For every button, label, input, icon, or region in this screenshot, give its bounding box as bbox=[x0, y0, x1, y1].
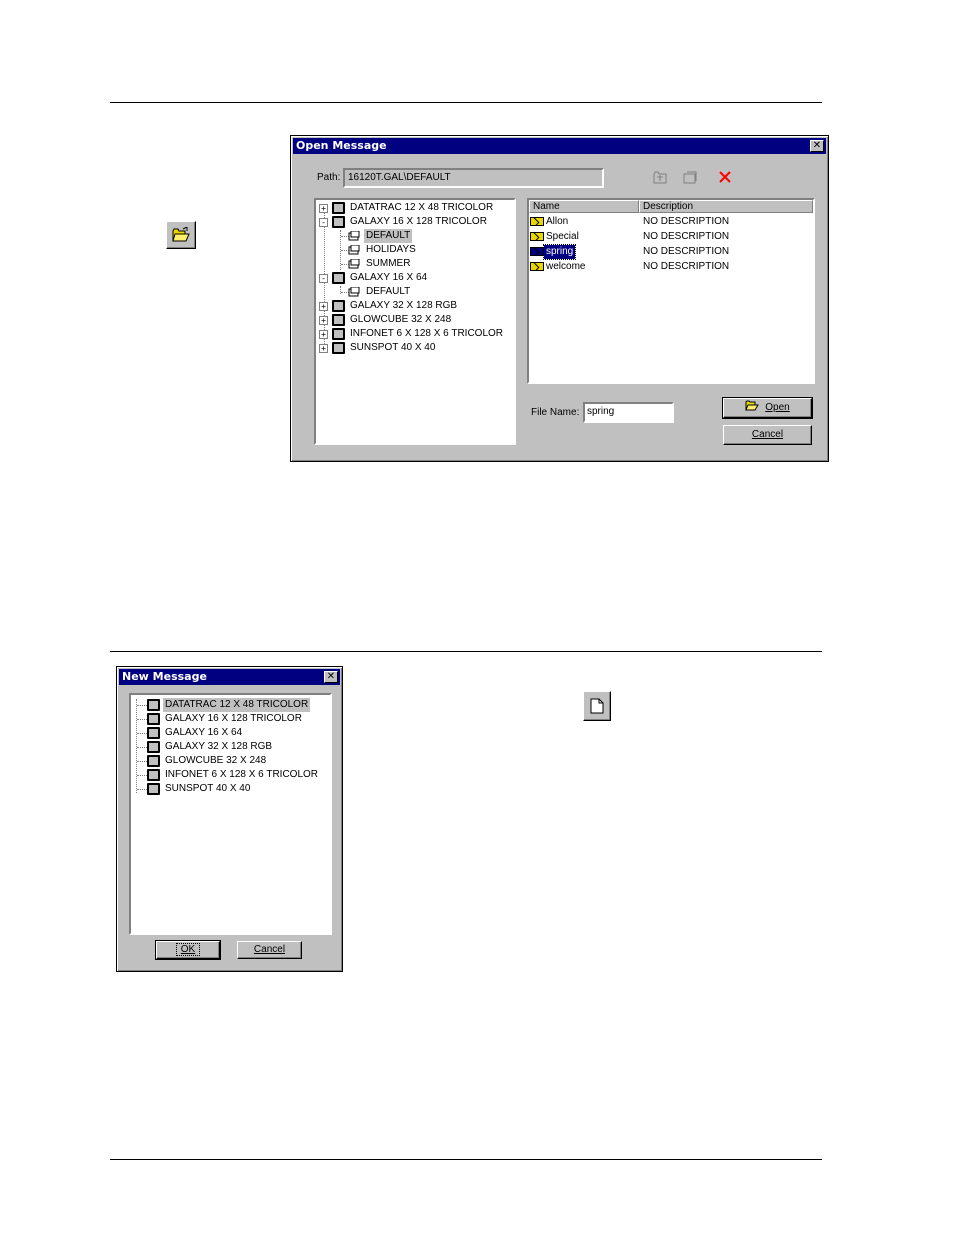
sign-tree-pane[interactable]: + DATATRAC 12 X 48 TRICOLOR - GALAXY 16 … bbox=[314, 198, 516, 445]
sign-item-label: GLOWCUBE 32 X 248 bbox=[165, 755, 267, 766]
sign-item-label: DATATRAC 12 X 48 TRICOLOR bbox=[163, 698, 311, 712]
column-header-name[interactable]: Name bbox=[529, 200, 639, 213]
sign-icon bbox=[332, 314, 345, 326]
new-message-dialog: New Message ✕ DATATRAC 12 X 48 TRICOLOR … bbox=[116, 666, 343, 972]
message-name: spring bbox=[542, 244, 577, 260]
ok-button-label: OK bbox=[175, 943, 201, 956]
column-header-description[interactable]: Description bbox=[639, 200, 813, 213]
top-rule bbox=[110, 102, 822, 103]
close-icon[interactable]: ✕ bbox=[810, 140, 824, 152]
middle-rule bbox=[110, 651, 822, 652]
sign-icon bbox=[332, 216, 345, 228]
sign-icon bbox=[332, 202, 345, 214]
sign-item-label: GALAXY 16 X 64 bbox=[165, 727, 243, 738]
message-description: NO DESCRIPTION bbox=[643, 216, 730, 227]
open-folder-toolbar-icon bbox=[166, 221, 196, 249]
sign-item-label: INFONET 6 X 128 X 6 TRICOLOR bbox=[165, 769, 319, 780]
tree-item-label: INFONET 6 X 128 X 6 TRICOLOR bbox=[350, 328, 504, 339]
envelope-icon bbox=[530, 262, 544, 271]
expand-icon[interactable]: + bbox=[319, 204, 328, 213]
envelope-icon bbox=[530, 217, 544, 226]
message-folder-icon bbox=[348, 245, 360, 255]
cancel-button-label: Cancel bbox=[751, 429, 784, 440]
collapse-icon[interactable]: - bbox=[319, 274, 328, 283]
new-dialog-title: New Message bbox=[122, 670, 207, 683]
message-description: NO DESCRIPTION bbox=[643, 261, 730, 272]
expand-icon[interactable]: + bbox=[319, 302, 328, 311]
bottom-rule bbox=[110, 1159, 822, 1160]
list-item[interactable]: welcome NO DESCRIPTION bbox=[529, 260, 813, 274]
tree-item-label: DATATRAC 12 X 48 TRICOLOR bbox=[350, 202, 494, 213]
envelope-icon bbox=[530, 232, 544, 241]
path-label: Path: bbox=[317, 172, 341, 183]
sign-icon bbox=[147, 741, 160, 753]
message-description: NO DESCRIPTION bbox=[643, 246, 730, 257]
list-item[interactable]: Special NO DESCRIPTION bbox=[529, 230, 813, 244]
cancel-button-label: Cancel bbox=[253, 944, 286, 955]
list-item[interactable]: Allon NO DESCRIPTION bbox=[529, 215, 813, 229]
open-button-label: Open bbox=[765, 402, 790, 413]
expand-icon[interactable]: + bbox=[319, 330, 328, 339]
sign-item-label: GALAXY 32 X 128 RGB bbox=[165, 741, 273, 752]
file-name-label: File Name: bbox=[531, 407, 580, 418]
list-item-selected[interactable]: spring NO DESCRIPTION bbox=[529, 244, 813, 260]
ok-button[interactable]: OK bbox=[155, 940, 221, 960]
copy-folder-icon[interactable] bbox=[683, 171, 697, 184]
cancel-button[interactable]: Cancel bbox=[237, 941, 302, 959]
message-name: Allon bbox=[546, 216, 569, 227]
tree-item-label: DEFAULT bbox=[366, 286, 411, 297]
message-folder-icon bbox=[348, 287, 360, 297]
message-name: welcome bbox=[546, 261, 586, 272]
file-name-input[interactable]: spring bbox=[583, 402, 674, 423]
tree-item-label: GALAXY 16 X 128 TRICOLOR bbox=[350, 216, 487, 227]
message-list-pane[interactable]: Name Description Allon NO DESCRIPTION Sp… bbox=[527, 198, 815, 384]
sign-list-pane[interactable]: DATATRAC 12 X 48 TRICOLOR GALAXY 16 X 12… bbox=[129, 693, 332, 935]
tree-item-label: SUMMER bbox=[366, 258, 411, 269]
expand-icon[interactable]: + bbox=[319, 344, 328, 353]
sign-icon bbox=[332, 300, 345, 312]
tree-item-label: GLOWCUBE 32 X 248 bbox=[350, 314, 452, 325]
new-document-toolbar-icon bbox=[583, 691, 611, 721]
sign-item-label: SUNSPOT 40 X 40 bbox=[165, 783, 251, 794]
tree-item-label: DEFAULT bbox=[364, 229, 413, 243]
message-description: NO DESCRIPTION bbox=[643, 231, 730, 242]
expand-icon[interactable]: + bbox=[319, 316, 328, 325]
sign-icon bbox=[332, 342, 345, 354]
message-folder-icon bbox=[348, 231, 360, 241]
open-button[interactable]: Open bbox=[722, 397, 813, 419]
sign-icon bbox=[147, 755, 160, 767]
tree-item-label: GALAXY 32 X 128 RGB bbox=[350, 300, 458, 311]
path-field: 16120T.GAL\DEFAULT bbox=[343, 168, 604, 188]
sign-icon bbox=[147, 783, 160, 795]
sign-icon bbox=[147, 727, 160, 739]
cancel-button[interactable]: Cancel bbox=[723, 425, 812, 445]
message-name: Special bbox=[546, 231, 579, 242]
delete-x-icon[interactable] bbox=[718, 170, 732, 184]
sign-item-label: GALAXY 16 X 128 TRICOLOR bbox=[165, 713, 302, 724]
tree-item-label: HOLIDAYS bbox=[366, 244, 416, 255]
sign-icon bbox=[147, 769, 160, 781]
open-folder-icon bbox=[745, 400, 760, 411]
tree-item-label: GALAXY 16 X 64 bbox=[350, 272, 428, 283]
sign-icon bbox=[147, 699, 160, 711]
open-message-dialog: Open Message ✕ Path: 16120T.GAL\DEFAULT … bbox=[290, 135, 829, 462]
file-name-value: spring bbox=[587, 406, 615, 417]
message-folder-icon bbox=[348, 259, 360, 269]
collapse-icon[interactable]: - bbox=[319, 218, 328, 227]
tree-item-label: SUNSPOT 40 X 40 bbox=[350, 342, 436, 353]
sign-icon bbox=[332, 272, 345, 284]
new-folder-icon[interactable] bbox=[653, 171, 667, 184]
sign-icon bbox=[147, 713, 160, 725]
envelope-icon bbox=[530, 247, 544, 256]
path-value: 16120T.GAL\DEFAULT bbox=[348, 172, 451, 183]
sign-icon bbox=[332, 328, 345, 340]
close-icon[interactable]: ✕ bbox=[324, 671, 338, 683]
new-dialog-titlebar: New Message ✕ bbox=[119, 669, 340, 685]
open-dialog-title: Open Message bbox=[296, 139, 387, 152]
open-dialog-titlebar: Open Message ✕ bbox=[293, 138, 826, 154]
